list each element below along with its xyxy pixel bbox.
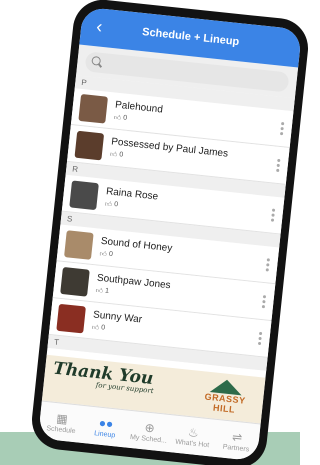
tab-label: Lineup [93, 429, 116, 439]
tab-lineup[interactable]: ●● Lineup [85, 414, 125, 440]
artist-list: P Palehound 👍︎ 0 Possessed by Paul James 👍︎ 0 R… [47, 75, 295, 371]
tab-what-s-hot[interactable]: ♨ What's Hot [173, 423, 213, 449]
artist-photo [60, 266, 90, 297]
app-screen: ‹ Schedule + Lineup P Palehound 👍︎ 0 Possess… [37, 6, 303, 462]
thumbs-up-icon: 👍︎ [99, 250, 108, 259]
more-options-icon[interactable] [265, 258, 271, 272]
thumbs-up-icon: 👍︎ [113, 114, 122, 123]
thumbs-up-icon: 👍︎ [91, 324, 100, 333]
like-count-value: 0 [108, 250, 114, 259]
tab-label: My Sched... [129, 433, 168, 445]
handshake-icon: ⇌ [231, 429, 243, 445]
more-options-icon[interactable] [270, 208, 276, 222]
artist-meta: Palehound 👍︎ 0 [113, 100, 163, 127]
like-count-value: 0 [113, 201, 119, 209]
artist-meta: Sunny War 👍︎ 0 [91, 309, 142, 336]
phone-frame: ‹ Schedule + Lineup P Palehound 👍︎ 0 Possess… [29, 0, 311, 465]
page-title: Schedule + Lineup [141, 26, 240, 49]
like-count-value: 0 [118, 151, 124, 159]
back-arrow-icon[interactable]: ‹ [90, 15, 108, 39]
like-count-value: 0 [100, 324, 106, 332]
tab-partners[interactable]: ⇌ Partners [217, 428, 257, 454]
people-icon: ●● [98, 415, 115, 431]
calendar-icon: ▦ [55, 410, 69, 426]
more-options-icon[interactable] [261, 295, 267, 309]
thumbs-up-icon: 👍︎ [95, 287, 104, 296]
plus-circle-icon: ⊕ [143, 419, 156, 435]
search-icon [91, 56, 104, 69]
thumbs-up-icon: 👍︎ [104, 201, 113, 209]
artist-photo [56, 303, 87, 333]
grassy-hill-logo: GRASSY HILL [193, 377, 256, 419]
artist-meta: Raina Rose 👍︎ 0 [104, 186, 158, 213]
tab-label: Schedule [46, 424, 76, 435]
artist-photo [69, 179, 99, 210]
thumbs-up-icon: 👍︎ [109, 151, 118, 160]
artist-meta: Sound of Honey 👍︎ 0 [99, 236, 173, 265]
flame-icon: ♨ [187, 424, 200, 440]
artist-photo [64, 229, 94, 260]
tab-label: What's Hot [174, 438, 210, 449]
like-count-value: 1 [104, 287, 110, 295]
tab-label: Partners [222, 443, 250, 453]
artist-photo [74, 130, 105, 160]
more-options-icon[interactable] [257, 331, 263, 346]
tab-my-sched[interactable]: ⊕ My Sched... [129, 418, 169, 444]
logo-text: GRASSY HILL [204, 391, 247, 415]
like-count-value: 0 [122, 114, 128, 122]
artist-meta: Possessed by Paul James 👍︎ 0 [110, 136, 229, 170]
more-options-icon[interactable] [276, 158, 281, 173]
more-options-icon[interactable] [279, 122, 285, 136]
tab-schedule[interactable]: ▦ Schedule [42, 409, 82, 435]
artist-meta: Southpaw Jones 👍︎ 1 [95, 273, 171, 303]
artist-photo [78, 93, 109, 124]
